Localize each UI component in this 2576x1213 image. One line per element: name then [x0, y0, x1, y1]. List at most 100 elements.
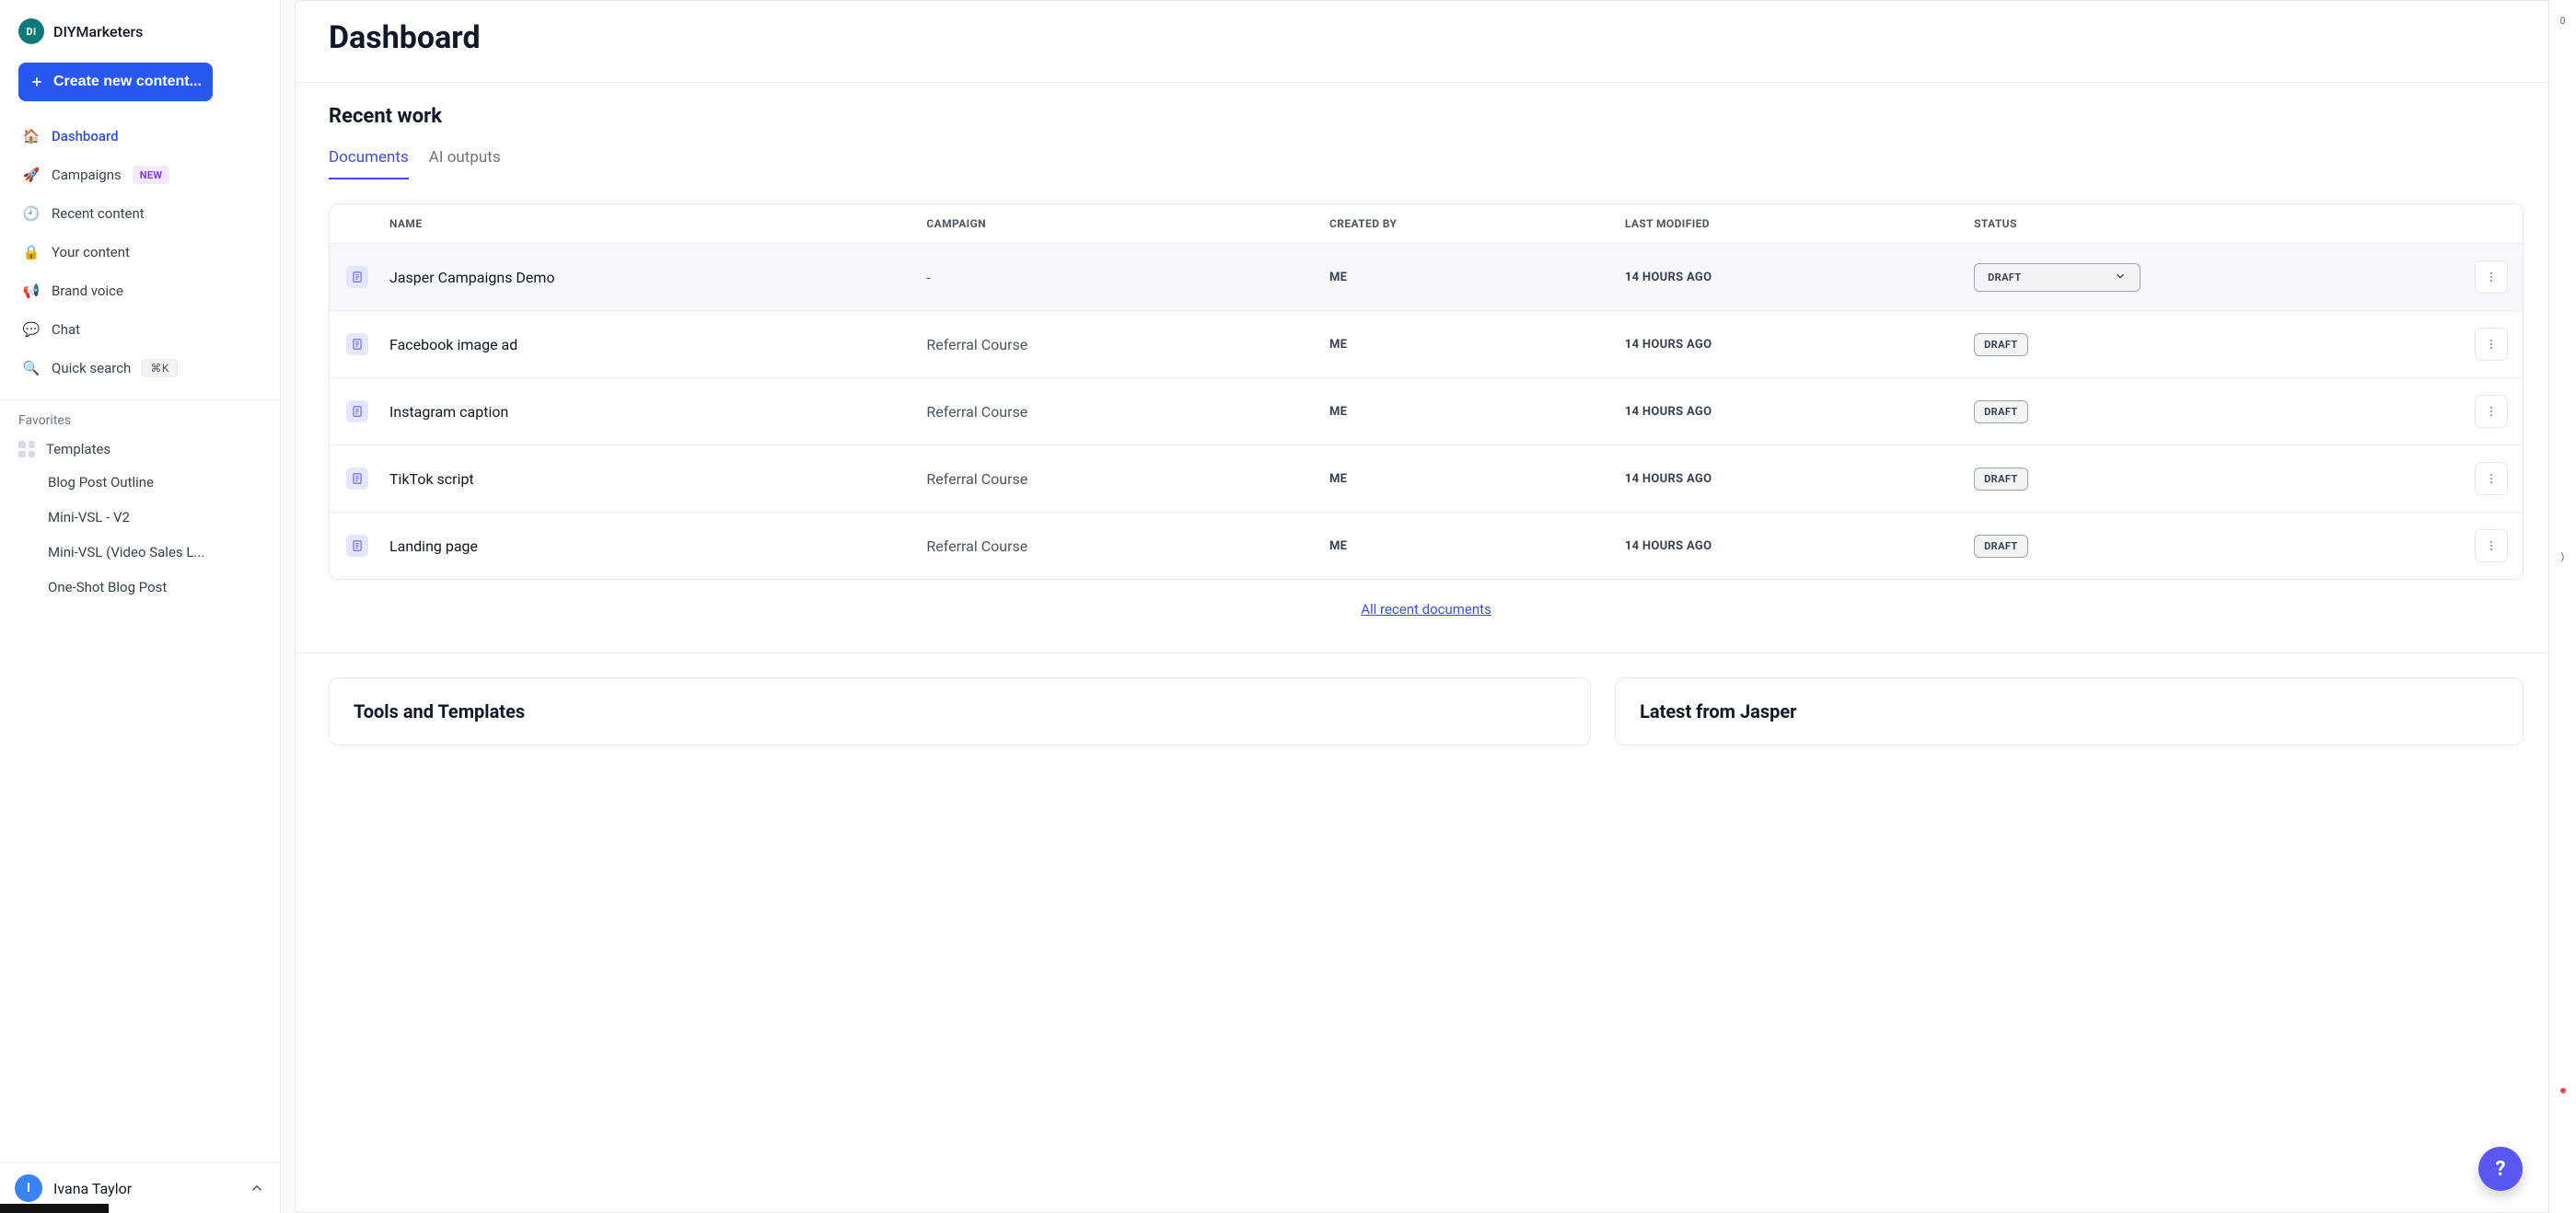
- document-icon: [346, 535, 368, 557]
- col-campaign: CAMPAIGN: [926, 217, 1329, 230]
- col-name: NAME: [389, 217, 926, 230]
- table-row[interactable]: Facebook image adReferral CourseME14 HOU…: [330, 310, 2523, 377]
- primary-nav: 🏠 Dashboard 🚀CampaignsNEW🕘Recent content🔒Y…: [7, 118, 273, 387]
- table-row[interactable]: Jasper Campaigns Demo-ME14 HOURS AGODRAF…: [330, 243, 2523, 310]
- cell-name: Jasper Campaigns Demo: [389, 269, 926, 286]
- right-edge-strip: 0 ): [2548, 0, 2576, 1213]
- strip-dot-icon: [2560, 1088, 2566, 1093]
- cell-last-modified: 14 HOURS AGO: [1625, 405, 1974, 419]
- templates-grid-icon: [18, 441, 35, 457]
- status-label: DRAFT: [1984, 540, 2018, 552]
- document-icon: [346, 468, 368, 490]
- cell-created-by: ME: [1329, 405, 1625, 419]
- nav-icon: 🚀: [22, 166, 41, 184]
- documents-table: NAME CAMPAIGN CREATED BY LAST MODIFIED S…: [329, 203, 2524, 580]
- document-icon: [346, 333, 368, 355]
- dashboard-cards: Tools and Templates Latest from Jasper: [296, 653, 2557, 745]
- latest-jasper-card[interactable]: Latest from Jasper: [1615, 677, 2524, 745]
- status-dropdown[interactable]: DRAFT: [1974, 400, 2028, 423]
- table-row[interactable]: Landing pageReferral CourseME14 HOURS AG…: [330, 512, 2523, 579]
- nav-label: Dashboard: [52, 128, 119, 144]
- sidebar: DI DIYMarketers Create new content... 🏠 D…: [0, 0, 281, 1213]
- cell-campaign: Referral Course: [926, 537, 1329, 555]
- workspace-badge: DI: [18, 18, 44, 44]
- col-last-modified: LAST MODIFIED: [1625, 217, 1974, 230]
- cell-created-by: ME: [1329, 539, 1625, 553]
- strip-label-top: 0: [2560, 17, 2566, 27]
- strip-label-mid: ): [2561, 552, 2564, 562]
- recent-work-title: Recent work: [296, 83, 2557, 137]
- cell-name: Landing page: [389, 537, 926, 555]
- main-content[interactable]: Dashboard Recent work Documents AI outpu…: [295, 0, 2558, 1213]
- tools-templates-card[interactable]: Tools and Templates: [329, 677, 1591, 745]
- status-label: DRAFT: [1984, 406, 2018, 418]
- favorite-template-item[interactable]: Mini-VSL (Video Sales L...: [7, 535, 273, 570]
- tools-templates-title: Tools and Templates: [354, 700, 1566, 722]
- nav-item-your-content[interactable]: 🔒Your content: [11, 234, 269, 271]
- nav-label: Your content: [52, 244, 130, 260]
- plus-icon: [29, 75, 44, 89]
- create-content-label: Create new content...: [53, 74, 202, 90]
- nav-item-campaigns[interactable]: 🚀CampaignsNEW: [11, 156, 269, 193]
- user-name: Ivana Taylor: [53, 1180, 238, 1197]
- row-actions-button[interactable]: [2475, 462, 2508, 495]
- new-badge: NEW: [133, 166, 169, 184]
- nav-item-quick-search[interactable]: 🔍 Quick search ⌘K: [11, 350, 269, 387]
- cell-last-modified: 14 HOURS AGO: [1625, 271, 1974, 284]
- latest-jasper-title: Latest from Jasper: [1640, 700, 2499, 722]
- favorite-template-item[interactable]: Blog Post Outline: [7, 465, 273, 500]
- status-label: DRAFT: [1988, 271, 2022, 283]
- status-dropdown[interactable]: DRAFT: [1974, 535, 2028, 558]
- chevron-up-icon: [249, 1180, 265, 1196]
- favorites-label: Favorites: [7, 400, 273, 433]
- tab-ai-outputs[interactable]: AI outputs: [429, 141, 501, 179]
- nav-label: Quick search: [52, 360, 131, 376]
- row-actions-button[interactable]: [2475, 395, 2508, 428]
- user-avatar: I: [15, 1174, 42, 1202]
- all-recent-documents-link[interactable]: All recent documents: [1361, 601, 1491, 618]
- nav-label: Recent content: [52, 205, 145, 222]
- cell-campaign: -: [926, 269, 1329, 286]
- row-actions-button[interactable]: [2475, 529, 2508, 562]
- favorite-template-item[interactable]: One-Shot Blog Post: [7, 570, 273, 605]
- document-icon: [346, 400, 368, 422]
- all-recent-documents: All recent documents: [296, 580, 2557, 625]
- sidebar-scroll[interactable]: DI DIYMarketers Create new content... 🏠 D…: [0, 0, 280, 1162]
- workspace-name: DIYMarketers: [53, 23, 143, 40]
- table-row[interactable]: Instagram captionReferral CourseME14 HOU…: [330, 377, 2523, 445]
- document-icon: [346, 266, 368, 288]
- status-dropdown[interactable]: DRAFT: [1974, 468, 2028, 491]
- nav-icon: 📢: [22, 282, 41, 300]
- favorite-templates-list: Blog Post OutlineMini-VSL - V2Mini-VSL (…: [7, 465, 273, 605]
- cell-created-by: ME: [1329, 338, 1625, 352]
- nav-icon: 🔍: [22, 359, 41, 377]
- keyboard-shortcut: ⌘K: [142, 359, 178, 377]
- help-button[interactable]: ?: [2478, 1147, 2523, 1191]
- cell-created-by: ME: [1329, 472, 1625, 486]
- col-created-by: CREATED BY: [1329, 217, 1625, 230]
- nav-item-recent-content[interactable]: 🕘Recent content: [11, 195, 269, 232]
- row-actions-button[interactable]: [2475, 260, 2508, 294]
- status-dropdown[interactable]: DRAFT: [1974, 263, 2141, 292]
- create-content-button[interactable]: Create new content...: [18, 63, 213, 101]
- nav-label: Brand voice: [52, 283, 123, 299]
- chevron-down-icon: [2114, 270, 2127, 285]
- recent-work-tabs: Documents AI outputs: [296, 137, 2557, 179]
- cell-campaign: Referral Course: [926, 336, 1329, 353]
- table-body: Jasper Campaigns Demo-ME14 HOURS AGODRAF…: [330, 243, 2523, 579]
- nav-item-chat[interactable]: 💬Chat: [11, 311, 269, 348]
- cell-campaign: Referral Course: [926, 403, 1329, 421]
- nav-item-dashboard[interactable]: 🏠 Dashboard: [11, 118, 269, 155]
- templates-item[interactable]: Templates: [7, 433, 273, 465]
- nav-item-brand-voice[interactable]: 📢 Brand voice: [11, 272, 269, 309]
- bottom-dark-strip: [0, 1204, 109, 1213]
- tab-documents[interactable]: Documents: [329, 141, 409, 179]
- cell-name: Facebook image ad: [389, 336, 926, 353]
- status-dropdown[interactable]: DRAFT: [1974, 333, 2028, 356]
- favorite-template-item[interactable]: Mini-VSL - V2: [7, 500, 273, 535]
- workspace-switcher[interactable]: DI DIYMarketers: [7, 9, 273, 53]
- table-row[interactable]: TikTok scriptReferral CourseME14 HOURS A…: [330, 445, 2523, 512]
- row-actions-button[interactable]: [2475, 328, 2508, 361]
- status-label: DRAFT: [1984, 473, 2018, 485]
- nav-icon: 🏠: [22, 127, 41, 145]
